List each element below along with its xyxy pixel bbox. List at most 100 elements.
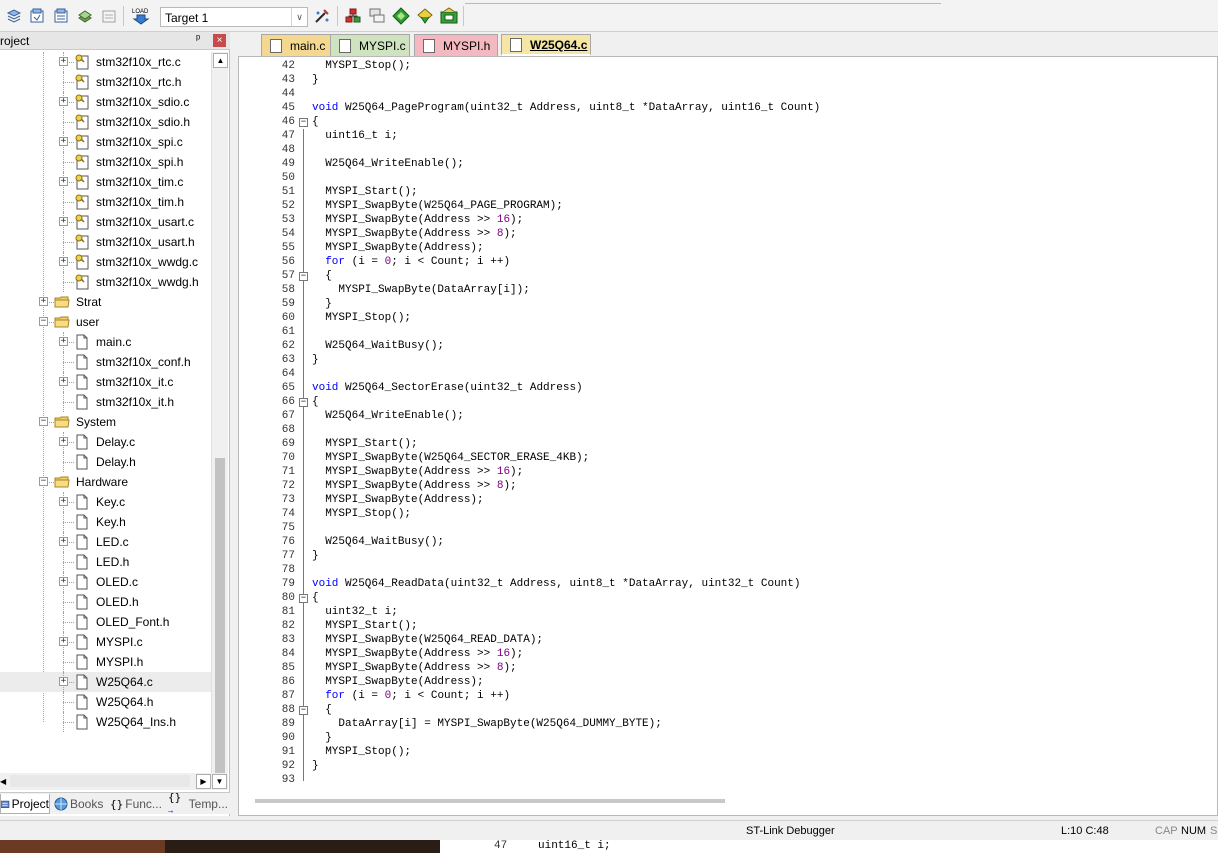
chevron-down-icon[interactable]: ∨ xyxy=(291,8,307,26)
code-line[interactable]: 53 MYSPI_SwapByte(Address >> 16); xyxy=(239,213,1218,227)
code-line[interactable]: 76 W25Q64_WaitBusy(); xyxy=(239,535,1218,549)
code-line[interactable]: 84 MYSPI_SwapByte(Address >> 16); xyxy=(239,647,1218,661)
code-line[interactable]: 80−{ xyxy=(239,591,1218,605)
scroll-left-arrow-icon[interactable]: ◀ xyxy=(0,774,10,789)
scroll-right-arrow-icon[interactable]: ▶ xyxy=(196,774,211,789)
code-line[interactable]: 88− { xyxy=(239,703,1218,717)
code-line[interactable]: 69 MYSPI_Start(); xyxy=(239,437,1218,451)
expand-icon[interactable]: + xyxy=(59,97,68,106)
download-load-icon[interactable]: LOAD xyxy=(130,6,152,26)
tree-item[interactable]: − System xyxy=(0,412,212,432)
tree-item[interactable]: + Strat xyxy=(0,292,212,312)
fold-collapse-icon[interactable]: − xyxy=(299,706,308,715)
file-extensions-icon[interactable] xyxy=(367,6,387,26)
expand-icon[interactable]: + xyxy=(59,577,68,586)
tree-item[interactable]: stm32f10x_spi.h xyxy=(0,152,212,172)
code-line[interactable]: 66−{ xyxy=(239,395,1218,409)
expand-icon[interactable]: + xyxy=(59,537,68,546)
code-line[interactable]: 71 MYSPI_SwapByte(Address >> 16); xyxy=(239,465,1218,479)
expand-icon[interactable]: + xyxy=(59,257,68,266)
tab-books[interactable]: Books xyxy=(54,794,106,814)
collapse-icon[interactable]: − xyxy=(39,317,48,326)
close-icon[interactable]: × xyxy=(213,34,226,47)
run-time-environment-icon[interactable] xyxy=(439,6,459,26)
tree-item[interactable]: W25Q64.h xyxy=(0,692,212,712)
translate-icon[interactable] xyxy=(4,6,24,26)
tree-item[interactable]: + stm32f10x_it.c xyxy=(0,372,212,392)
stop-build-icon[interactable] xyxy=(99,6,119,26)
tree-item[interactable]: + W25Q64.c xyxy=(0,672,212,692)
tree-item[interactable]: + stm32f10x_wwdg.c xyxy=(0,252,212,272)
code-line[interactable]: 93 xyxy=(239,773,1218,787)
tree-item[interactable]: stm32f10x_usart.h xyxy=(0,232,212,252)
code-line[interactable]: 51 MYSPI_Start(); xyxy=(239,185,1218,199)
tree-item[interactable]: + main.c xyxy=(0,332,212,352)
tree-item[interactable]: − user xyxy=(0,312,212,332)
code-line[interactable]: 54 MYSPI_SwapByte(Address >> 8); xyxy=(239,227,1218,241)
fold-collapse-icon[interactable]: − xyxy=(299,118,308,127)
editor-tab[interactable]: W25Q64.c xyxy=(501,34,591,56)
code-line[interactable]: 86 MYSPI_SwapByte(Address); xyxy=(239,675,1218,689)
tree-item[interactable]: OLED_Font.h xyxy=(0,612,212,632)
code-line[interactable]: 61 xyxy=(239,325,1218,339)
code-editor[interactable]: 42 MYSPI_Stop(); 43} 44 45 void W25Q64_PageP… xyxy=(238,56,1218,816)
tree-item[interactable]: Delay.h xyxy=(0,452,212,472)
code-line[interactable]: 90 } xyxy=(239,731,1218,745)
code-line[interactable]: 70 MYSPI_SwapByte(W25Q64_SECTOR_ERASE_4K… xyxy=(239,451,1218,465)
editor-tab[interactable]: main.c xyxy=(261,34,331,56)
target-select[interactable]: Target 1 ∨ xyxy=(160,7,308,27)
expand-icon[interactable]: + xyxy=(59,637,68,646)
build-icon[interactable] xyxy=(27,6,47,26)
tree-item[interactable]: stm32f10x_sdio.h xyxy=(0,112,212,132)
code-line[interactable]: 52 MYSPI_SwapByte(W25Q64_PAGE_PROGRAM); xyxy=(239,199,1218,213)
tree-item[interactable]: LED.h xyxy=(0,552,212,572)
code-line[interactable]: 45 void W25Q64_PageProgram(uint32_t Addre… xyxy=(239,101,1218,115)
tree-item[interactable]: + stm32f10x_spi.c xyxy=(0,132,212,152)
code-line[interactable]: 49 W25Q64_WriteEnable(); xyxy=(239,157,1218,171)
select-packs-icon[interactable] xyxy=(391,6,411,26)
code-line[interactable]: 43} xyxy=(239,73,1218,87)
expand-icon[interactable]: + xyxy=(59,57,68,66)
code-line[interactable]: 48 xyxy=(239,143,1218,157)
code-line[interactable]: 91 MYSPI_Stop(); xyxy=(239,745,1218,759)
tree-item[interactable]: stm32f10x_wwdg.h xyxy=(0,272,212,292)
code-line[interactable]: 82 MYSPI_Start(); xyxy=(239,619,1218,633)
tree-item[interactable]: MYSPI.h xyxy=(0,652,212,672)
scrollbar-thumb[interactable] xyxy=(215,458,225,788)
fold-collapse-icon[interactable]: − xyxy=(299,272,308,281)
code-line[interactable]: 60 MYSPI_Stop(); xyxy=(239,311,1218,325)
code-line[interactable]: 56 for (i = 0; i < Count; i ++) xyxy=(239,255,1218,269)
tree-item[interactable]: − Hardware xyxy=(0,472,212,492)
code-line[interactable]: 55 MYSPI_SwapByte(Address); xyxy=(239,241,1218,255)
tree-item[interactable]: stm32f10x_conf.h xyxy=(0,352,212,372)
code-line[interactable]: 46−{ xyxy=(239,115,1218,129)
code-line[interactable]: 79 void W25Q64_ReadData(uint32_t Address,… xyxy=(239,577,1218,591)
manage-project-items-icon[interactable] xyxy=(343,6,363,26)
batch-build-icon[interactable] xyxy=(75,6,95,26)
tree-item[interactable]: OLED.h xyxy=(0,592,212,612)
tree-item[interactable]: stm32f10x_rtc.h xyxy=(0,72,212,92)
tree-item[interactable]: stm32f10x_it.h xyxy=(0,392,212,412)
collapse-icon[interactable]: − xyxy=(39,417,48,426)
code-line[interactable]: 81 uint32_t i; xyxy=(239,605,1218,619)
code-line[interactable]: 64 xyxy=(239,367,1218,381)
fold-collapse-icon[interactable]: − xyxy=(299,594,308,603)
tree-item[interactable]: stm32f10x_tim.h xyxy=(0,192,212,212)
expand-icon[interactable]: + xyxy=(59,337,68,346)
editor-horizontal-scrollbar-thumb[interactable] xyxy=(255,799,725,803)
pin-icon[interactable]: ᵖ xyxy=(196,33,200,45)
code-line[interactable]: 72 MYSPI_SwapByte(Address >> 8); xyxy=(239,479,1218,493)
code-line[interactable]: 47 uint16_t i; xyxy=(239,129,1218,143)
expand-icon[interactable]: + xyxy=(59,177,68,186)
editor-tab[interactable]: MYSPI.c xyxy=(330,34,410,56)
code-line[interactable]: 50 xyxy=(239,171,1218,185)
code-line[interactable]: 92} xyxy=(239,759,1218,773)
tree-item[interactable]: + stm32f10x_rtc.c xyxy=(0,52,212,72)
tree-item[interactable]: + LED.c xyxy=(0,532,212,552)
code-line[interactable]: 62 W25Q64_WaitBusy(); xyxy=(239,339,1218,353)
expand-icon[interactable]: + xyxy=(59,437,68,446)
rebuild-icon[interactable] xyxy=(51,6,71,26)
code-line[interactable]: 85 MYSPI_SwapByte(Address >> 8); xyxy=(239,661,1218,675)
code-line[interactable]: 74 MYSPI_Stop(); xyxy=(239,507,1218,521)
code-line[interactable]: 44 xyxy=(239,87,1218,101)
